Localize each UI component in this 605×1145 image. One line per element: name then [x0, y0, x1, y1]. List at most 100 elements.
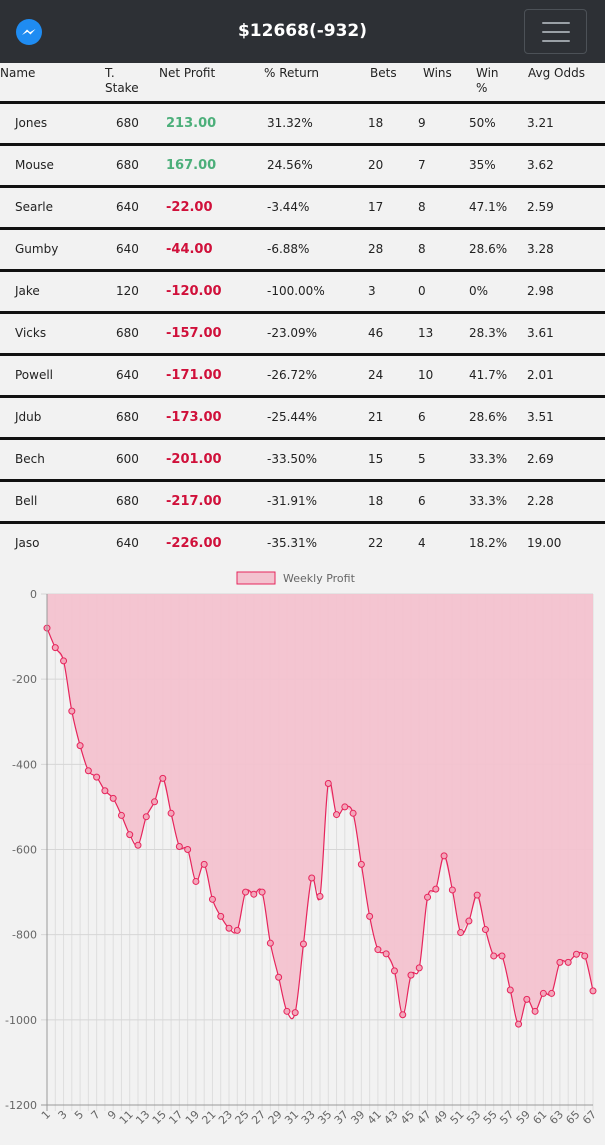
row-net-profit: -226.00 [166, 536, 222, 551]
row-name: Gumby [15, 242, 59, 256]
navbar: $12668(-932) [0, 0, 605, 63]
row-avg-odds: 3.61 [527, 326, 554, 340]
table-row[interactable]: Vicks 680 -157.00 -23.09% 46 13 28.3% 3.61 [0, 314, 605, 353]
col-win-pct[interactable]: Win % [476, 66, 506, 96]
data-point [382, 950, 390, 958]
row-wins: 6 [418, 410, 426, 424]
row-win-pct: 47.1% [469, 200, 508, 214]
row-win-pct: 28.6% [469, 410, 508, 424]
row-avg-odds: 3.51 [527, 410, 554, 424]
data-point [291, 1009, 299, 1017]
table-row[interactable]: Jdub 680 -173.00 -25.44% 21 6 28.6% 3.51 [0, 398, 605, 437]
row-stake: 680 [116, 410, 139, 424]
row-return: -31.91% [267, 494, 318, 508]
row-win-pct: 28.6% [469, 242, 508, 256]
col-bets[interactable]: Bets [370, 66, 397, 81]
data-point [93, 773, 101, 781]
data-point [60, 657, 68, 665]
row-name: Mouse [15, 158, 54, 172]
row-stake: 680 [116, 326, 139, 340]
data-point [357, 860, 365, 868]
data-point [175, 843, 183, 851]
row-win-pct: 35% [469, 158, 496, 172]
row-win-pct: 41.7% [469, 368, 508, 382]
row-net-profit: -120.00 [166, 284, 222, 299]
row-win-pct: 33.3% [469, 452, 508, 466]
table-row[interactable]: Jones 680 213.00 31.32% 18 9 50% 3.21 [0, 104, 605, 143]
row-return: -33.50% [267, 452, 318, 466]
messenger-icon[interactable] [16, 19, 42, 45]
y-tick-label: -800 [12, 929, 37, 942]
table-row[interactable]: Jake 120 -120.00 -100.00% 3 0 0% 2.98 [0, 272, 605, 311]
row-net-profit: -201.00 [166, 452, 222, 467]
data-point [217, 912, 225, 920]
row-avg-odds: 3.28 [527, 242, 554, 256]
col-wins[interactable]: Wins [423, 66, 452, 81]
table-row[interactable]: Powell 640 -171.00 -26.72% 24 10 41.7% 2.01 [0, 356, 605, 395]
row-bets: 21 [368, 410, 384, 424]
x-tick-label: 9 [105, 1108, 119, 1122]
col-avg-odds[interactable]: Avg Odds [528, 66, 585, 81]
data-point [283, 1007, 291, 1015]
row-win-pct: 50% [469, 116, 496, 130]
col-return[interactable]: % Return [264, 66, 319, 81]
col-name[interactable]: Name [0, 66, 35, 81]
data-point [531, 1007, 539, 1015]
row-bets: 28 [368, 242, 384, 256]
data-point [101, 787, 109, 795]
legend-swatch [236, 571, 276, 585]
table-row[interactable]: Mouse 680 167.00 24.56% 20 7 35% 3.62 [0, 146, 605, 185]
row-avg-odds: 2.59 [527, 200, 554, 214]
data-point [349, 809, 357, 817]
row-net-profit: -217.00 [166, 494, 222, 509]
y-tick-label: -1000 [5, 1014, 37, 1027]
data-point [374, 946, 382, 954]
table-row[interactable]: Searle 640 -22.00 -3.44% 17 8 47.1% 2.59 [0, 188, 605, 227]
row-net-profit: -173.00 [166, 410, 222, 425]
data-point [316, 892, 324, 900]
row-return: -6.88% [267, 242, 310, 256]
table-row[interactable]: Gumby 640 -44.00 -6.88% 28 8 28.6% 3.28 [0, 230, 605, 269]
data-point [572, 950, 580, 958]
data-point [308, 874, 316, 882]
data-point [117, 811, 125, 819]
row-bets: 18 [368, 116, 384, 130]
row-name: Jones [15, 116, 48, 130]
table-row[interactable]: Bech 600 -201.00 -33.50% 15 5 33.3% 2.69 [0, 440, 605, 479]
table-row[interactable]: Bell 680 -217.00 -31.91% 18 6 33.3% 2.28 [0, 482, 605, 521]
data-point [515, 1020, 523, 1028]
data-point [233, 926, 241, 934]
x-tick-label: 7 [89, 1108, 103, 1122]
data-point [415, 964, 423, 972]
page-title: $12668(-932) [237, 21, 368, 41]
row-wins: 8 [418, 242, 426, 256]
legend-label: Weekly Profit [283, 572, 356, 585]
row-avg-odds: 3.62 [527, 158, 554, 172]
row-win-pct: 18.2% [469, 536, 508, 550]
data-point [506, 986, 514, 994]
data-point [208, 895, 216, 903]
x-tick-label: 67 [580, 1108, 599, 1127]
row-win-pct: 33.3% [469, 494, 508, 508]
y-tick-label: -1200 [5, 1099, 37, 1112]
data-point [142, 813, 150, 821]
row-stake: 680 [116, 158, 139, 172]
row-bets: 15 [368, 452, 384, 466]
row-name: Jake [15, 284, 40, 298]
data-point [275, 973, 283, 981]
data-point [51, 644, 59, 652]
x-tick-label: 5 [72, 1108, 86, 1122]
col-stake[interactable]: T. Stake [105, 66, 141, 96]
row-stake: 600 [116, 452, 139, 466]
data-point [581, 952, 589, 960]
col-net-profit[interactable]: Net Profit [159, 66, 215, 81]
row-stake: 640 [116, 368, 139, 382]
row-stake: 680 [116, 116, 139, 130]
row-net-profit: -157.00 [166, 326, 222, 341]
data-point [333, 811, 341, 819]
row-win-pct: 0% [469, 284, 489, 298]
table-row[interactable]: Jaso 640 -226.00 -35.31% 22 4 18.2% 19.00 [0, 524, 605, 563]
hamburger-menu-button[interactable] [524, 9, 587, 54]
data-point [448, 886, 456, 894]
y-tick-label: 0 [30, 588, 37, 601]
